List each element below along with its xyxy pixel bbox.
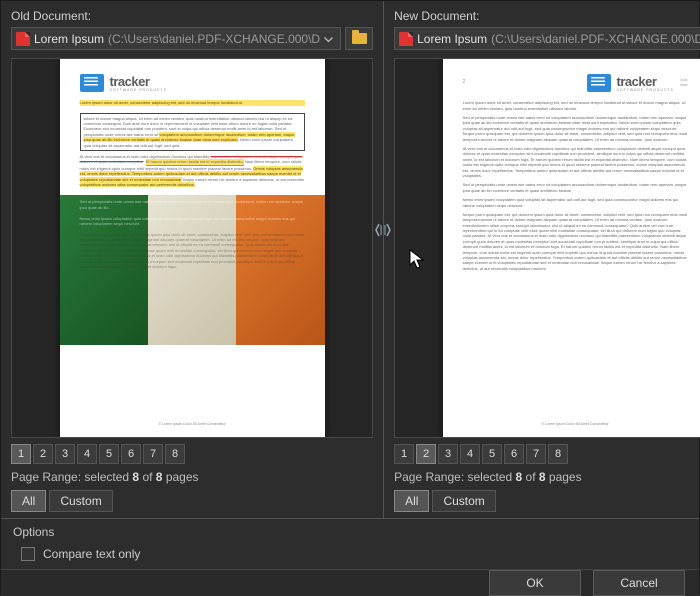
tracker-logo-icon <box>80 74 104 92</box>
page-thumb[interactable]: 8 <box>548 444 568 464</box>
flag-image: Sed ut perspiciatis unde omnis iste natu… <box>60 195 325 345</box>
new-document-selector[interactable]: Lorem Ipsum (C:\Users\daniel.PDF-XCHANGE… <box>394 27 700 50</box>
cancel-button[interactable]: Cancel <box>593 570 685 596</box>
range-custom-button[interactable]: Custom <box>432 490 495 512</box>
tracker-logo-subtitle: SOFTWARE PRODUCTS <box>617 88 674 93</box>
checkbox-icon <box>21 547 35 561</box>
page-thumb[interactable]: 7 <box>143 444 163 464</box>
new-document-title: Lorem Ipsum <box>417 32 487 46</box>
range-all-button[interactable]: All <box>11 490 46 512</box>
chevron-down-icon <box>324 32 336 46</box>
compare-panels: Old Document: Lorem Ipsum (C:\Users\dani… <box>1 1 699 518</box>
old-page-range: Page Range: selected 8 of 8 pages <box>11 470 373 484</box>
page-stamp: Quisnostr <box>680 78 688 86</box>
ok-button[interactable]: OK <box>489 570 581 596</box>
page-thumb[interactable]: 3 <box>55 444 75 464</box>
old-document-preview[interactable]: tracker SOFTWARE PRODUCTS Lorem ipsum do… <box>11 58 373 438</box>
pdf-icon <box>399 32 413 46</box>
page-thumb[interactable]: 7 <box>526 444 546 464</box>
new-range-segment: All Custom <box>394 490 700 512</box>
page-thumb[interactable]: 5 <box>482 444 502 464</box>
compare-text-only-checkbox[interactable]: Compare text only <box>13 547 687 561</box>
old-document-file-row: Lorem Ipsum (C:\Users\daniel.PDF-XCHANGE… <box>11 27 373 50</box>
folder-icon <box>352 33 367 44</box>
body-text: Sed ut perspiciatis unde omnis iste natu… <box>463 115 688 142</box>
compare-documents-dialog: Old Document: Lorem Ipsum (C:\Users\dani… <box>0 0 700 594</box>
body-text: At vero eos et accusamus et iusto odio d… <box>463 146 688 178</box>
page-thumb[interactable]: 4 <box>77 444 97 464</box>
old-range-segment: All Custom <box>11 490 373 512</box>
page-thumb[interactable]: 1 <box>394 444 414 464</box>
boxed-paragraph: labore et dolore magna aliqua. Ut enim a… <box>80 113 305 151</box>
tracker-logo-icon <box>587 74 611 92</box>
tracker-logo-subtitle: SOFTWARE PRODUCTS <box>110 88 167 93</box>
body-text: At vero eos et accusamus et iusto odio d… <box>80 154 305 187</box>
body-text: Neque porro quisquam est, qui dolorem ip… <box>463 212 688 271</box>
old-document-page: tracker SOFTWARE PRODUCTS Lorem ipsum do… <box>60 59 325 437</box>
panel-divider-handle[interactable] <box>374 221 392 239</box>
new-document-path: (C:\Users\daniel.PDF-XCHANGE.000\D <box>491 32 700 46</box>
page-footer: © Lorem Ipsum Dolor Sit Amet Consectetur <box>463 418 688 427</box>
body-text: Sed ut perspiciatis unde omnis iste natu… <box>463 182 688 193</box>
page-thumb[interactable]: 1 <box>11 444 31 464</box>
old-page-thumbnails: 1 2 3 4 5 6 7 8 <box>11 444 373 464</box>
page-thumb[interactable]: 8 <box>165 444 185 464</box>
old-document-path: (C:\Users\daniel.PDF-XCHANGE.000\D <box>108 32 320 46</box>
new-page-thumbnails: 1 2 3 4 5 6 7 8 <box>394 444 700 464</box>
range-custom-button[interactable]: Custom <box>49 490 112 512</box>
page-thumb[interactable]: 3 <box>438 444 458 464</box>
old-document-panel: Old Document: Lorem Ipsum (C:\Users\dani… <box>1 1 384 518</box>
new-document-preview[interactable]: 2 tracker SOFTWARE PRODUCTS Quisnostr Lo… <box>394 58 700 438</box>
compare-text-only-label: Compare text only <box>43 547 140 561</box>
old-document-browse-button[interactable] <box>345 27 373 50</box>
highlighted-text: Lorem ipsum dolor sit amet, consectetur … <box>80 100 305 105</box>
page-thumb[interactable]: 2 <box>416 444 436 464</box>
page-thumb[interactable]: 6 <box>121 444 141 464</box>
pdf-icon <box>16 32 30 46</box>
body-text: Nemo enim ipsam voluptatem quia voluptas… <box>463 197 688 208</box>
new-document-page: 2 tracker SOFTWARE PRODUCTS Quisnostr Lo… <box>443 59 700 437</box>
new-document-file-row: Lorem Ipsum (C:\Users\daniel.PDF-XCHANGE… <box>394 27 700 50</box>
old-document-title: Lorem Ipsum <box>34 32 104 46</box>
page-footer: © Lorem Ipsum Dolor Sit Amet Consectetur <box>80 418 305 427</box>
old-document-label: Old Document: <box>11 9 373 23</box>
old-document-selector[interactable]: Lorem Ipsum (C:\Users\daniel.PDF-XCHANGE… <box>11 27 341 50</box>
page-thumb[interactable]: 6 <box>504 444 524 464</box>
body-text: Lorem ipsum dolor sit amet, consectetur … <box>463 100 688 111</box>
new-page-range: Page Range: selected 8 of 8 pages <box>394 470 700 484</box>
page-thumb[interactable]: 5 <box>99 444 119 464</box>
range-all-button[interactable]: All <box>394 490 429 512</box>
new-document-label: New Document: <box>394 9 700 23</box>
options-section: Options Compare text only <box>1 518 699 569</box>
page-thumb[interactable]: 2 <box>33 444 53 464</box>
options-title: Options <box>13 525 687 539</box>
page-thumb[interactable]: 4 <box>460 444 480 464</box>
dialog-footer: OK Cancel <box>1 569 699 596</box>
new-document-panel: New Document: Lorem Ipsum (C:\Users\dani… <box>384 1 700 518</box>
